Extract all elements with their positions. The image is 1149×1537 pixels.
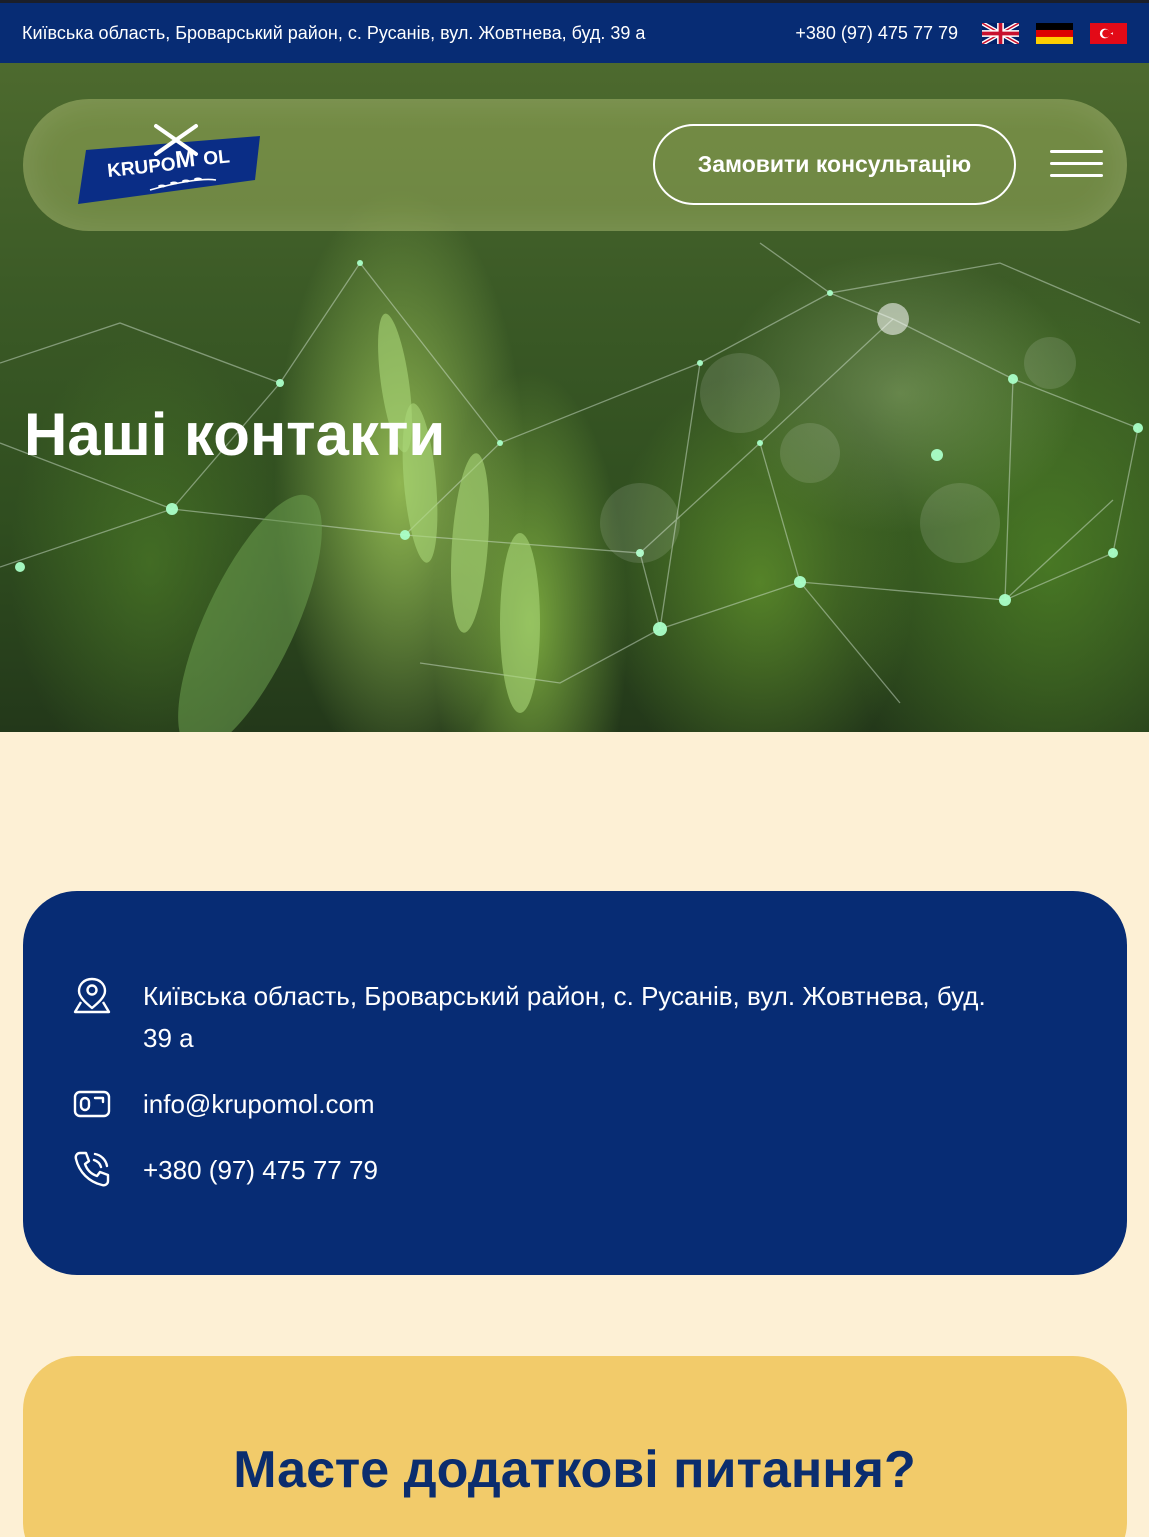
email-card-icon <box>73 1090 111 1118</box>
uk-flag-icon[interactable] <box>982 22 1019 44</box>
menu-line <box>1050 162 1103 165</box>
hamburger-menu-icon[interactable] <box>1050 150 1103 180</box>
questions-title: Маєте додаткові питання? <box>233 1441 916 1499</box>
page-title: Наші контакти <box>24 401 446 468</box>
order-consultation-button[interactable]: Замовити консультацію <box>653 124 1016 205</box>
contact-address-line1: Київська область, Броварський район, с. … <box>143 981 986 1011</box>
location-pin-icon <box>73 977 111 1014</box>
top-bar: Київська область, Броварський район, с. … <box>0 0 1149 63</box>
germany-flag-icon[interactable] <box>1036 22 1073 44</box>
contact-phone-link[interactable]: +380 (97) 475 77 79 <box>143 1149 378 1191</box>
contact-email-link[interactable]: info@krupomol.com <box>143 1083 375 1125</box>
menu-line <box>1050 174 1103 177</box>
menu-line <box>1050 150 1103 153</box>
turkey-flag-icon[interactable] <box>1090 22 1127 44</box>
krupomol-logo[interactable]: KRUPO M OL <box>78 120 263 210</box>
contact-address-line2: 39 а <box>143 1023 194 1053</box>
phone-icon <box>74 1151 110 1187</box>
svg-text:OL: OL <box>202 146 231 170</box>
topbar-address: Київська область, Броварський район, с. … <box>22 22 646 43</box>
topbar-phone-link[interactable]: +380 (97) 475 77 79 <box>795 23 958 44</box>
contact-address-row: Київська область, Броварський район, с. … <box>72 975 986 1053</box>
svg-text:M: M <box>174 145 197 174</box>
contact-phone-row: +380 (97) 475 77 79 <box>72 1149 378 1189</box>
language-switcher <box>982 22 1127 44</box>
contact-email-row: info@krupomol.com <box>72 1083 375 1123</box>
